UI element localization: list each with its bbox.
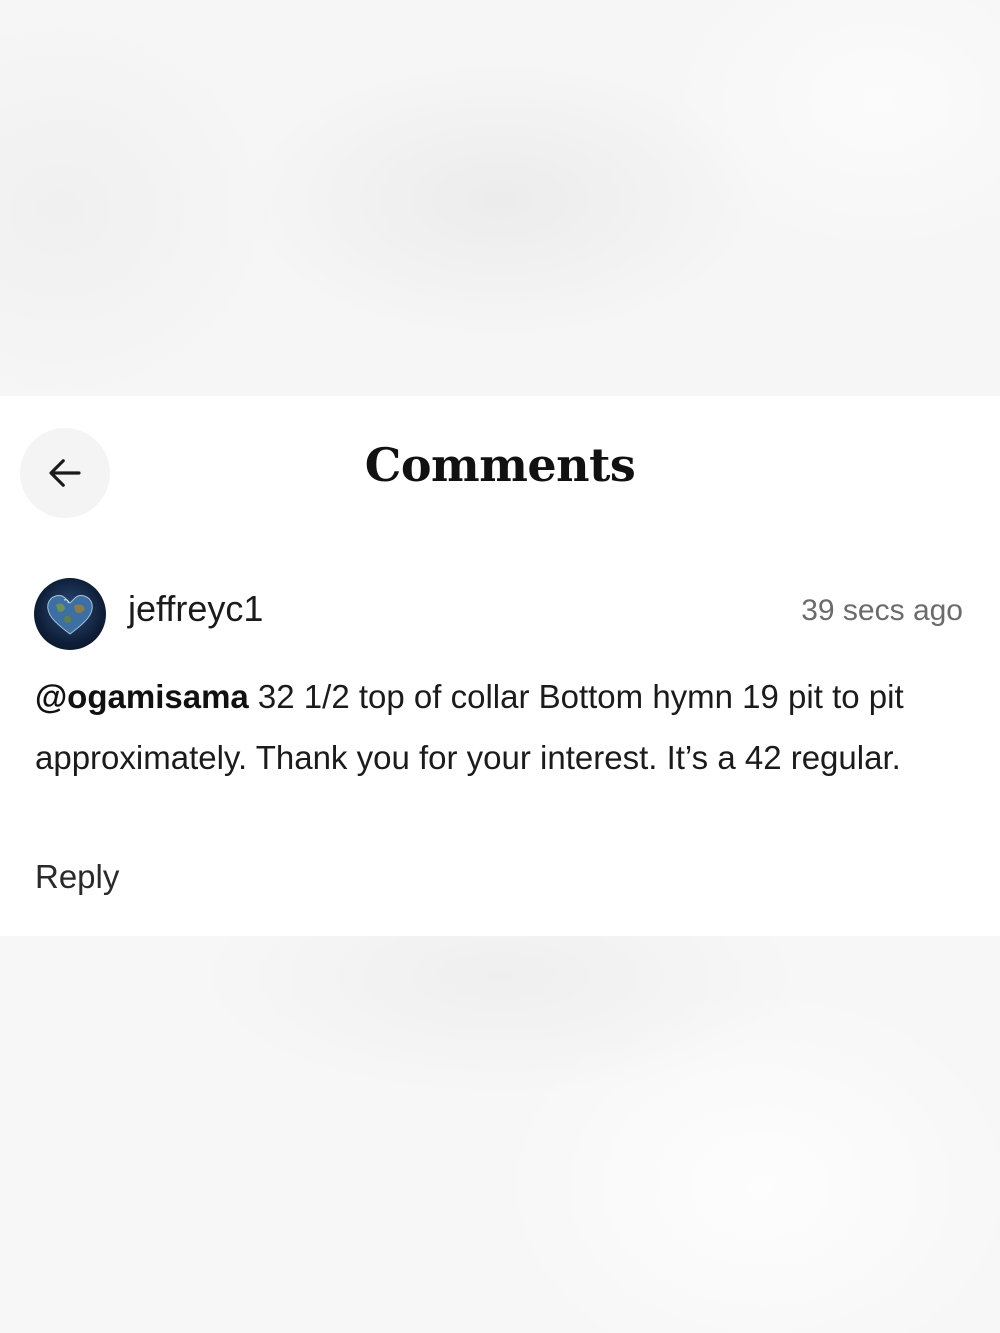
comments-panel: Comments jeffreyc1 39 secs ago @ogamisam… bbox=[0, 396, 1000, 936]
comment-username[interactable]: jeffreyc1 bbox=[128, 588, 263, 630]
page-title: Comments bbox=[364, 438, 636, 492]
avatar[interactable] bbox=[34, 578, 106, 650]
blurred-backdrop-bottom bbox=[0, 936, 1000, 1333]
comment-mention[interactable]: @ogamisama bbox=[35, 678, 249, 715]
comment-timestamp: 39 secs ago bbox=[801, 594, 963, 627]
reply-button[interactable]: Reply bbox=[35, 858, 119, 896]
comment-text: @ogamisama 32 1/2 top of collar Bottom h… bbox=[35, 666, 970, 788]
earth-heart-avatar bbox=[47, 595, 93, 635]
blurred-backdrop-top bbox=[0, 0, 1000, 396]
